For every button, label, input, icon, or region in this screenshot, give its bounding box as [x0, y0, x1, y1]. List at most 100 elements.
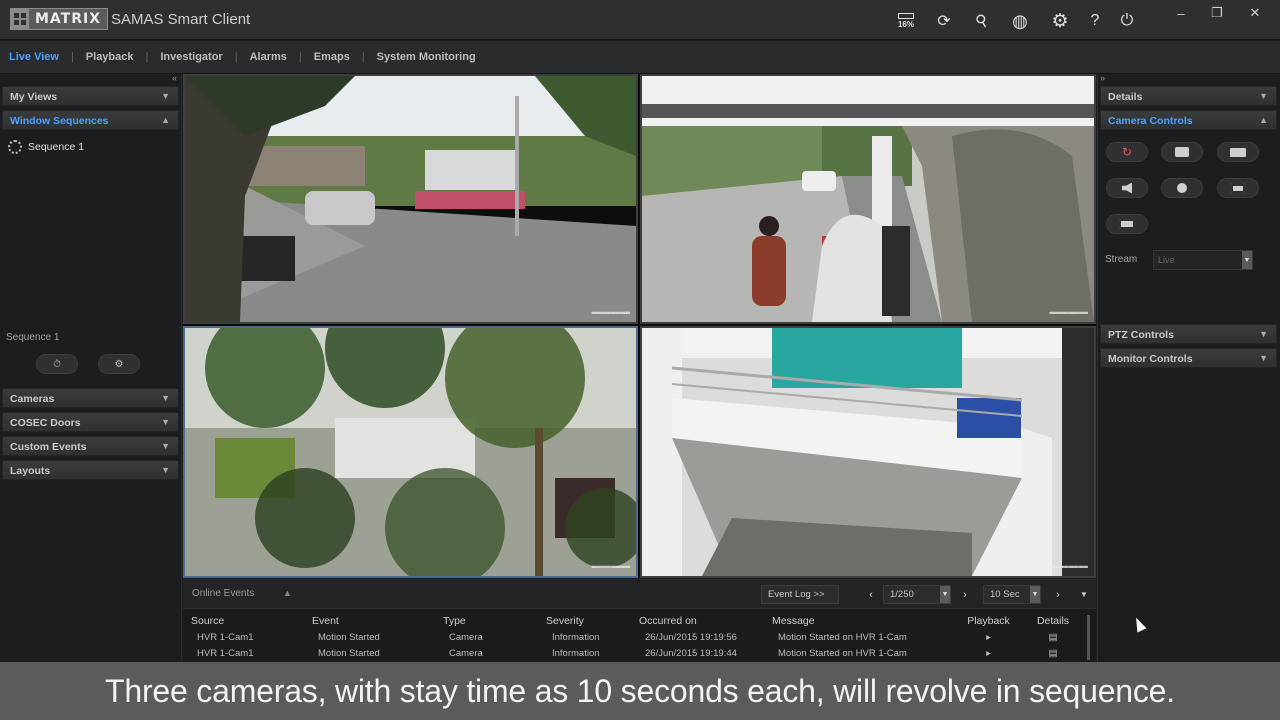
globe-icon[interactable]: ◍: [1010, 10, 1030, 32]
camera-tile-1[interactable]: ▬▬▬▬▬▬▬▬: [183, 74, 638, 324]
cell-message: Motion Started on HVR 1-Cam: [778, 647, 907, 659]
details-icon[interactable]: ▤: [1019, 648, 1079, 659]
matrix-logo: MATRIX: [10, 8, 109, 30]
column-header[interactable]: Message: [764, 615, 950, 627]
chevron-down-icon: ▼: [1259, 353, 1268, 363]
events-settings-icon[interactable]: ▼: [1076, 585, 1092, 604]
pin-icon[interactable]: ⚲: [968, 6, 996, 35]
sequence-list-item[interactable]: Sequence 1: [8, 140, 84, 154]
tab-emaps[interactable]: Emaps: [314, 51, 362, 63]
section-monitor-controls[interactable]: Monitor Controls ▼: [1100, 348, 1277, 368]
microphone-icon: [1177, 183, 1187, 193]
section-window-sequences[interactable]: Window Sequences ▲: [2, 110, 179, 130]
column-header[interactable]: Type: [435, 615, 538, 627]
cell-source: HVR 1-Cam1: [197, 647, 254, 659]
collapse-left-icon[interactable]: «: [172, 74, 177, 83]
snapshot-button[interactable]: [1161, 142, 1203, 162]
cell-severity: Information: [552, 647, 600, 659]
audio-button[interactable]: [1106, 178, 1148, 198]
gear-icon[interactable]: ⚙: [1050, 10, 1070, 32]
stream-select[interactable]: Live ▼: [1153, 250, 1253, 270]
section-label: Details: [1108, 91, 1143, 103]
camera-tile-4[interactable]: ▬▬▬▬▬▬▬▬: [640, 326, 1096, 578]
view-button[interactable]: [1217, 178, 1259, 198]
sequence-settings-button[interactable]: ⚙: [98, 354, 140, 374]
section-camera-controls[interactable]: Camera Controls ▲: [1100, 110, 1277, 130]
chevron-down-icon: ▼: [1259, 329, 1268, 339]
tab-live-view[interactable]: Live View: [9, 51, 71, 63]
section-cameras[interactable]: Cameras ▼: [2, 388, 179, 408]
chevron-up-icon[interactable]: ▲: [283, 588, 292, 598]
section-details[interactable]: Details ▼: [1100, 86, 1277, 106]
chevron-down-icon: ▼: [940, 586, 950, 603]
playback-icon[interactable]: ▸: [950, 632, 1019, 643]
video-grid: ▬▬▬▬▬▬▬▬ ▬▬▬▬▬▬▬▬ ▬▬▬▬▬▬▬▬ ▬▬▬▬▬▬▬▬: [183, 74, 1096, 578]
column-header[interactable]: Playback: [950, 615, 1019, 627]
stream-value: Live: [1158, 255, 1175, 265]
app-title: SAMAS Smart Client: [111, 11, 251, 28]
collapse-right-icon[interactable]: »: [1100, 74, 1105, 83]
camera-tile-3[interactable]: ▬▬▬▬▬▬▬▬: [183, 326, 638, 578]
refresh-icon[interactable]: ⟳: [934, 10, 954, 32]
tab-investigator[interactable]: Investigator: [160, 51, 234, 63]
microphone-button[interactable]: [1161, 178, 1203, 198]
tab-playback[interactable]: Playback: [86, 51, 146, 63]
table-row[interactable]: HVR 1-Cam1 Motion Started Camera Informa…: [183, 645, 1088, 661]
tab-system-monitoring[interactable]: System Monitoring: [377, 51, 488, 63]
chevron-down-icon: ▼: [1242, 251, 1252, 269]
column-header[interactable]: Details: [1019, 615, 1079, 627]
table-row[interactable]: HVR 1-Cam1 Motion Started Camera Informa…: [183, 629, 1088, 645]
column-header[interactable]: Severity: [538, 615, 631, 627]
sequence-settings-icon: ⚙: [114, 358, 124, 370]
events-pause-icon[interactable]: ›: [1050, 585, 1066, 604]
section-ptz-controls[interactable]: PTZ Controls ▼: [1100, 324, 1277, 344]
video-record-icon: [1230, 147, 1246, 157]
section-my-views[interactable]: My Views ▼: [2, 86, 179, 106]
windows-icon: [1119, 219, 1135, 229]
interval-value: 10 Sec: [990, 589, 1020, 600]
help-icon[interactable]: ?: [1086, 10, 1104, 32]
next-page-icon[interactable]: ›: [957, 585, 973, 604]
power-icon[interactable]: ⏻: [1117, 10, 1137, 32]
sequence-timer-button[interactable]: ⏱: [36, 354, 78, 374]
chevron-down-icon: ▼: [161, 91, 170, 101]
chevron-down-icon: ▼: [1259, 91, 1268, 101]
cell-type: Camera: [449, 631, 483, 643]
camera-feed-road: [185, 76, 636, 322]
section-label: COSEC Doors: [10, 417, 81, 429]
chevron-down-icon: ▼: [161, 441, 170, 451]
cell-source: HVR 1-Cam1: [197, 631, 254, 643]
section-layouts[interactable]: Layouts ▼: [2, 460, 179, 480]
window-button[interactable]: [1106, 214, 1148, 234]
section-cosec-doors[interactable]: COSEC Doors ▼: [2, 412, 179, 432]
maximize-button[interactable]: ❐: [1206, 4, 1228, 22]
details-icon[interactable]: ▤: [1019, 632, 1079, 643]
column-header[interactable]: Source: [183, 615, 304, 627]
tab-alarms[interactable]: Alarms: [250, 51, 299, 63]
camera-icon: [1175, 147, 1189, 157]
playback-icon[interactable]: ▸: [950, 648, 1019, 659]
disk-usage-icon[interactable]: 16%: [893, 10, 919, 32]
eye-icon: [1230, 182, 1246, 194]
instant-playback-button[interactable]: ↻: [1106, 142, 1148, 162]
close-button[interactable]: ✕: [1244, 4, 1266, 22]
column-header[interactable]: Occurred on: [631, 615, 764, 627]
events-toolbar: Online Events ▲ Event Log >> ‹ 1/250 ▼ ›…: [183, 579, 1096, 609]
record-button[interactable]: [1217, 142, 1259, 162]
event-log-button[interactable]: Event Log >>: [761, 585, 839, 604]
column-header[interactable]: Event: [304, 615, 435, 627]
table-header: Source Event Type Severity Occurred on M…: [183, 612, 1088, 629]
cell-occurred-on: 26/Jun/2015 19:19:44: [645, 647, 737, 659]
prev-page-icon[interactable]: ‹: [863, 585, 879, 604]
page-select[interactable]: 1/250 ▼: [883, 585, 951, 604]
minimize-button[interactable]: –: [1170, 4, 1192, 22]
events-table: Source Event Type Severity Occurred on M…: [183, 612, 1088, 661]
section-custom-events[interactable]: Custom Events ▼: [2, 436, 179, 456]
cell-event: Motion Started: [318, 647, 380, 659]
cell-message: Motion Started on HVR 1-Cam: [778, 631, 907, 643]
cell-type: Camera: [449, 647, 483, 659]
disk-percent: 16%: [897, 20, 914, 29]
refresh-interval-select[interactable]: 10 Sec ▼: [983, 585, 1041, 604]
camera-tile-2[interactable]: ▬▬▬▬▬▬▬▬: [640, 74, 1096, 324]
events-scrollbar[interactable]: [1087, 615, 1090, 660]
